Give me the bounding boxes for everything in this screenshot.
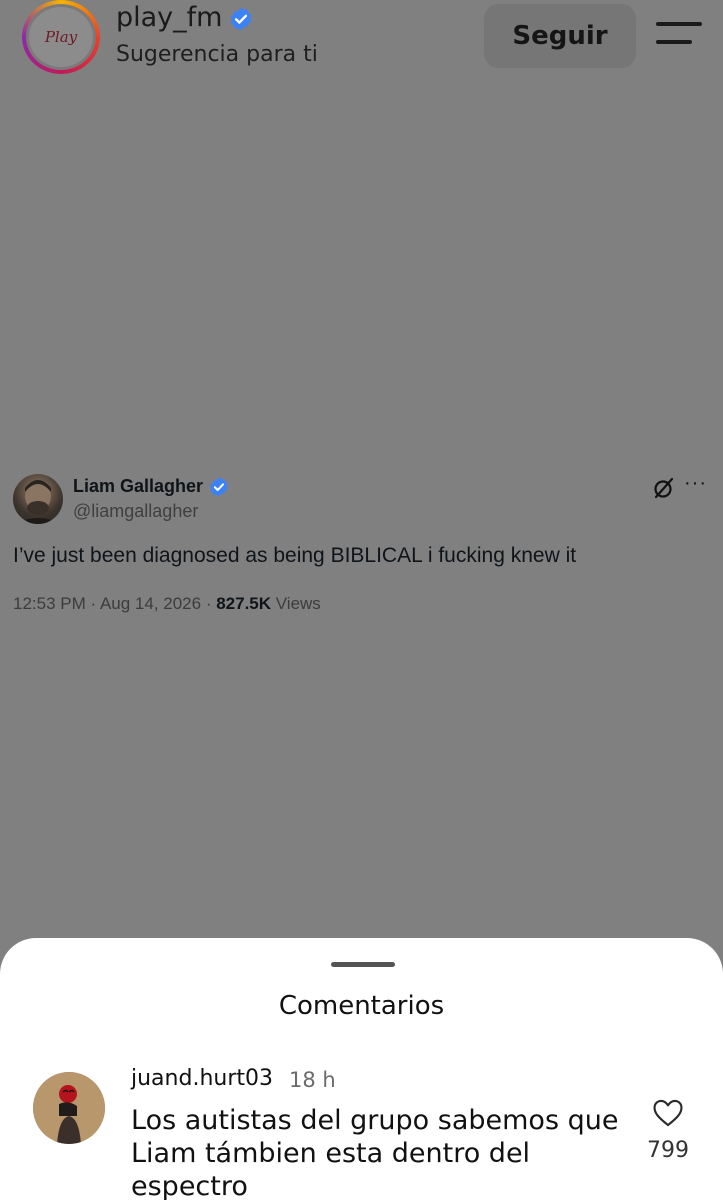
comments-sheet: Comentarios juand.hurt03 18 h Los autist… bbox=[0, 938, 723, 1200]
meta-separator: · bbox=[201, 594, 217, 613]
embedded-tweet: Liam Gallagher @liamgallagher ··· I’ve j… bbox=[0, 470, 723, 620]
more-options-icon: ··· bbox=[684, 472, 707, 494]
meta-separator: · bbox=[85, 594, 100, 613]
account-name[interactable]: play_fm bbox=[116, 2, 222, 33]
tweet-text: I’ve just been diagnosed as being BIBLIC… bbox=[13, 544, 577, 567]
tweet-author-handle: @liamgallagher bbox=[73, 501, 199, 521]
tweet-meta: 12:53 PM · Aug 14, 2026 · 827.5K Views bbox=[13, 594, 321, 614]
suggestion-label: Sugerencia para ti bbox=[116, 42, 318, 67]
avatar-logo: Play bbox=[26, 4, 96, 70]
tweet-date: Aug 14, 2026 bbox=[99, 594, 202, 613]
hamburger-menu-icon[interactable] bbox=[656, 20, 702, 50]
tweet-views-count: 827.5K bbox=[216, 594, 272, 613]
tweet-author-name: Liam Gallagher bbox=[73, 476, 204, 496]
comment-username[interactable]: juand.hurt03 bbox=[131, 1066, 273, 1091]
like-count: 799 bbox=[647, 1138, 689, 1163]
verified-badge-icon bbox=[210, 477, 228, 497]
reel-screen: Play play_fm Sugerencia para ti Seguir L… bbox=[0, 0, 723, 1200]
comment-text: Los autistas del grupo sabemos que Liam … bbox=[131, 1105, 619, 1200]
verified-badge-icon bbox=[230, 7, 252, 31]
account-avatar[interactable]: Play bbox=[22, 0, 100, 74]
tweet-author-avatar bbox=[13, 474, 63, 524]
follow-button[interactable]: Seguir bbox=[484, 4, 636, 68]
tweet-time: 12:53 PM bbox=[13, 594, 86, 613]
sheet-drag-handle[interactable] bbox=[331, 962, 395, 967]
avatar[interactable] bbox=[33, 1072, 105, 1144]
heart-icon[interactable] bbox=[650, 1096, 686, 1130]
comment-timestamp: 18 h bbox=[289, 1068, 336, 1092]
grok-icon bbox=[654, 477, 674, 499]
tweet-views-label: Views bbox=[275, 594, 321, 613]
profile-header: Play play_fm Sugerencia para ti Seguir bbox=[0, 0, 723, 90]
comments-title: Comentarios bbox=[278, 991, 445, 1021]
